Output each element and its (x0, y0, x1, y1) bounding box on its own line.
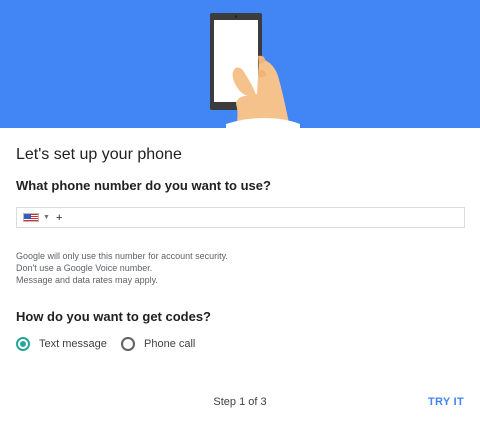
page-title: Let's set up your phone (16, 146, 182, 163)
chevron-down-icon: ▼ (43, 214, 50, 221)
helper-line: Message and data rates may apply. (16, 275, 158, 285)
radio-button[interactable] (121, 337, 135, 351)
try-it-button[interactable]: TRY IT (428, 396, 464, 408)
phone-question-label: What phone number do you want to use? (16, 178, 271, 193)
phone-call-label: Phone call (144, 338, 196, 350)
codes-question-label: How do you want to get codes? (16, 309, 211, 324)
text-message-option[interactable]: Text message (16, 337, 107, 351)
helper-line: Google will only use this number for acc… (16, 251, 228, 261)
phone-number-input[interactable] (64, 208, 464, 227)
us-flag-icon (23, 213, 39, 222)
radio-button[interactable] (16, 337, 30, 351)
phone-number-field[interactable]: ▼ + (16, 207, 465, 228)
country-selector[interactable]: ▼ (23, 213, 50, 222)
helper-text: Google will only use this number for acc… (16, 250, 228, 286)
text-message-label: Text message (39, 338, 107, 350)
country-code-prefix: + (55, 211, 63, 224)
step-indicator: Step 1 of 3 (213, 396, 267, 408)
hand-holding-phone-icon (210, 13, 300, 128)
phone-call-option[interactable]: Phone call (121, 337, 195, 351)
phone-setup-page: Let's set up your phone What phone numbe… (0, 0, 480, 434)
helper-line: Don't use a Google Voice number. (16, 263, 153, 273)
hero-banner (0, 0, 480, 128)
